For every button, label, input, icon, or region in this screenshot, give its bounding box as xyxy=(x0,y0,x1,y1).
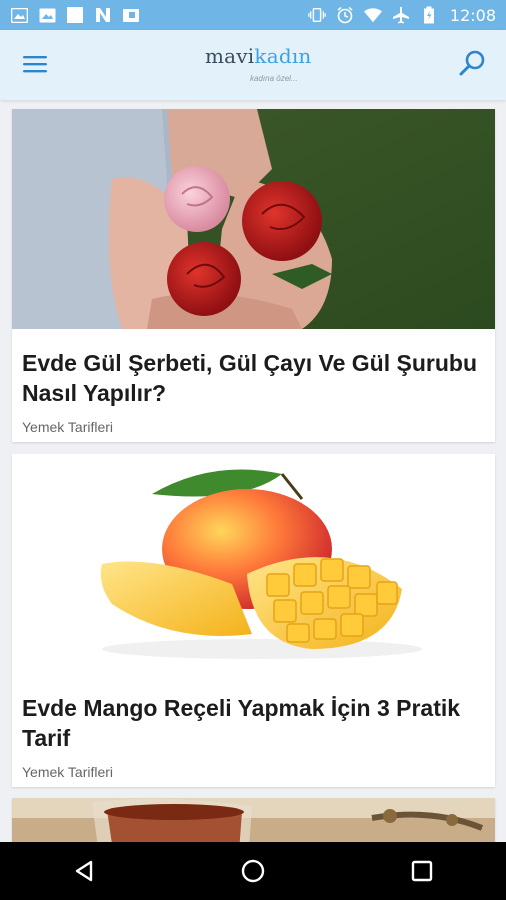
n-notification-icon xyxy=(94,6,112,24)
article-card[interactable]: Evde Gül Şerbeti, Gül Çayı Ve Gül Şurubu… xyxy=(12,109,495,442)
article-title[interactable]: Evde Mango Reçeli Yapmak İçin 3 Pratik T… xyxy=(22,693,487,753)
logo-tagline: kadına özel... xyxy=(250,74,298,83)
vibrate-icon xyxy=(308,6,326,24)
wifi-icon xyxy=(363,6,382,24)
status-bar-notifications xyxy=(10,6,140,24)
logo-wordmark: mavikadın xyxy=(205,44,315,68)
article-card[interactable]: Evde Mango Reçeli Yapmak İçin 3 Pratik T… xyxy=(12,454,495,787)
battery-icon xyxy=(420,6,438,24)
roses-in-hands-photo xyxy=(12,109,495,329)
tea-glasses-photo xyxy=(12,798,495,842)
mango-fruit-photo xyxy=(12,454,495,674)
package-icon xyxy=(122,6,140,24)
home-icon[interactable] xyxy=(233,851,273,891)
recents-icon[interactable] xyxy=(402,851,442,891)
airplane-icon xyxy=(392,6,410,24)
status-bar: 12:08 xyxy=(0,0,506,30)
image-icon xyxy=(38,6,56,24)
app-logo[interactable]: mavikadın kadına özel... xyxy=(205,44,315,90)
article-card[interactable] xyxy=(12,798,495,842)
back-icon[interactable] xyxy=(64,851,104,891)
article-feed[interactable]: Evde Gül Şerbeti, Gül Çayı Ve Gül Şurubu… xyxy=(0,100,506,842)
article-title[interactable]: Evde Gül Şerbeti, Gül Çayı Ve Gül Şurubu… xyxy=(22,348,487,408)
status-bar-system: 12:08 xyxy=(308,6,496,25)
image-icon xyxy=(10,6,28,24)
alarm-icon xyxy=(336,6,354,24)
search-icon[interactable] xyxy=(458,48,488,78)
navigation-bar xyxy=(0,842,506,900)
app-bar: mavikadın kadına özel... xyxy=(0,30,506,100)
logo-mavi: mavi xyxy=(205,44,255,68)
hamburger-menu-icon[interactable] xyxy=(22,53,48,75)
article-category[interactable]: Yemek Tarifleri xyxy=(22,764,113,780)
logo-kadin: kadın xyxy=(254,44,312,68)
blank-notification-icon xyxy=(66,6,84,24)
status-time: 12:08 xyxy=(449,5,496,25)
article-category[interactable]: Yemek Tarifleri xyxy=(22,419,113,435)
